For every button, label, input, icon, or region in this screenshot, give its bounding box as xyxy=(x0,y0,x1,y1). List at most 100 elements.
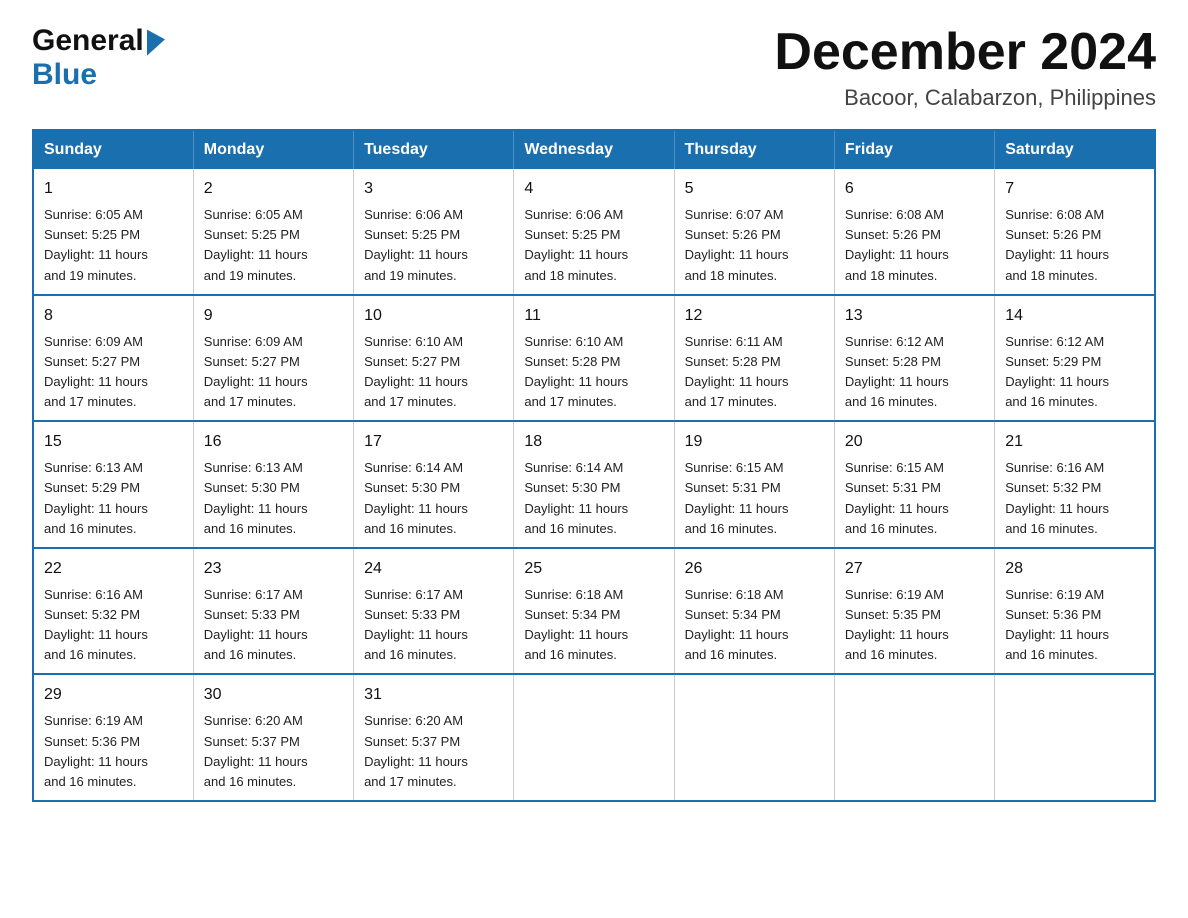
day-info: Sunrise: 6:14 AMSunset: 5:30 PMDaylight:… xyxy=(364,458,503,539)
day-info: Sunrise: 6:19 AMSunset: 5:36 PMDaylight:… xyxy=(44,711,183,792)
day-number: 30 xyxy=(204,683,343,707)
day-info: Sunrise: 6:17 AMSunset: 5:33 PMDaylight:… xyxy=(204,585,343,666)
calendar-day-cell: 27 Sunrise: 6:19 AMSunset: 5:35 PMDayligh… xyxy=(834,548,994,675)
day-info: Sunrise: 6:18 AMSunset: 5:34 PMDaylight:… xyxy=(685,585,824,666)
day-info: Sunrise: 6:06 AMSunset: 5:25 PMDaylight:… xyxy=(524,205,663,286)
day-number: 24 xyxy=(364,557,503,581)
calendar-week-row: 15Sunrise: 6:13 AMSunset: 5:29 PMDayligh… xyxy=(33,421,1155,548)
day-number: 1 xyxy=(44,177,183,201)
day-number: 22 xyxy=(44,557,183,581)
calendar-day-header-friday: Friday xyxy=(834,130,994,169)
day-number: 10 xyxy=(364,304,503,328)
day-number: 25 xyxy=(524,557,663,581)
day-info: Sunrise: 6:18 AMSunset: 5:34 PMDaylight:… xyxy=(524,585,663,666)
calendar-header: SundayMondayTuesdayWednesdayThursdayFrid… xyxy=(33,130,1155,169)
calendar-day-cell: 17 Sunrise: 6:14 AMSunset: 5:30 PMDayligh… xyxy=(354,421,514,548)
day-number: 9 xyxy=(204,304,343,328)
calendar-day-cell: 7 Sunrise: 6:08 AMSunset: 5:26 PMDaylight… xyxy=(995,169,1155,295)
day-number: 26 xyxy=(685,557,824,581)
day-number: 8 xyxy=(44,304,183,328)
calendar-title: December 2024 xyxy=(774,24,1156,81)
day-number: 5 xyxy=(685,177,824,201)
calendar-empty-cell xyxy=(514,674,674,801)
day-number: 31 xyxy=(364,683,503,707)
day-info: Sunrise: 6:13 AMSunset: 5:29 PMDaylight:… xyxy=(44,458,183,539)
calendar-day-header-wednesday: Wednesday xyxy=(514,130,674,169)
calendar-empty-cell xyxy=(834,674,994,801)
calendar-day-header-monday: Monday xyxy=(193,130,353,169)
calendar-day-cell: 15Sunrise: 6:13 AMSunset: 5:29 PMDayligh… xyxy=(33,421,193,548)
calendar-day-header-thursday: Thursday xyxy=(674,130,834,169)
day-info: Sunrise: 6:06 AMSunset: 5:25 PMDaylight:… xyxy=(364,205,503,286)
day-number: 16 xyxy=(204,430,343,454)
calendar-day-cell: 14Sunrise: 6:12 AMSunset: 5:29 PMDayligh… xyxy=(995,295,1155,422)
day-number: 17 xyxy=(364,430,503,454)
calendar-day-cell: 5Sunrise: 6:07 AMSunset: 5:26 PMDaylight… xyxy=(674,169,834,295)
calendar-day-cell: 25 Sunrise: 6:18 AMSunset: 5:34 PMDayligh… xyxy=(514,548,674,675)
calendar-body: 1 Sunrise: 6:05 AMSunset: 5:25 PMDaylight… xyxy=(33,169,1155,801)
day-info: Sunrise: 6:08 AMSunset: 5:26 PMDaylight:… xyxy=(1005,205,1144,286)
calendar-day-cell: 20Sunrise: 6:15 AMSunset: 5:31 PMDayligh… xyxy=(834,421,994,548)
calendar-day-cell: 13 Sunrise: 6:12 AMSunset: 5:28 PMDayligh… xyxy=(834,295,994,422)
calendar-day-cell: 21 Sunrise: 6:16 AMSunset: 5:32 PMDayligh… xyxy=(995,421,1155,548)
day-number: 27 xyxy=(845,557,984,581)
logo-blue-text: Blue xyxy=(32,58,97,92)
day-info: Sunrise: 6:10 AMSunset: 5:28 PMDaylight:… xyxy=(524,332,663,413)
calendar-day-cell: 30 Sunrise: 6:20 AMSunset: 5:37 PMDayligh… xyxy=(193,674,353,801)
calendar-day-header-sunday: Sunday xyxy=(33,130,193,169)
calendar-week-row: 8 Sunrise: 6:09 AMSunset: 5:27 PMDaylight… xyxy=(33,295,1155,422)
calendar-day-cell: 23 Sunrise: 6:17 AMSunset: 5:33 PMDayligh… xyxy=(193,548,353,675)
calendar-day-header-tuesday: Tuesday xyxy=(354,130,514,169)
day-info: Sunrise: 6:05 AMSunset: 5:25 PMDaylight:… xyxy=(44,205,183,286)
calendar-day-cell: 10 Sunrise: 6:10 AMSunset: 5:27 PMDayligh… xyxy=(354,295,514,422)
calendar-empty-cell xyxy=(995,674,1155,801)
calendar-header-row: SundayMondayTuesdayWednesdayThursdayFrid… xyxy=(33,130,1155,169)
logo-arrow-icon xyxy=(147,26,165,55)
calendar-day-cell: 29Sunrise: 6:19 AMSunset: 5:36 PMDayligh… xyxy=(33,674,193,801)
day-number: 3 xyxy=(364,177,503,201)
day-number: 18 xyxy=(524,430,663,454)
day-info: Sunrise: 6:16 AMSunset: 5:32 PMDaylight:… xyxy=(1005,458,1144,539)
day-info: Sunrise: 6:12 AMSunset: 5:29 PMDaylight:… xyxy=(1005,332,1144,413)
calendar-day-cell: 26 Sunrise: 6:18 AMSunset: 5:34 PMDayligh… xyxy=(674,548,834,675)
day-info: Sunrise: 6:10 AMSunset: 5:27 PMDaylight:… xyxy=(364,332,503,413)
calendar-day-cell: 8 Sunrise: 6:09 AMSunset: 5:27 PMDaylight… xyxy=(33,295,193,422)
day-info: Sunrise: 6:09 AMSunset: 5:27 PMDaylight:… xyxy=(44,332,183,413)
day-info: Sunrise: 6:13 AMSunset: 5:30 PMDaylight:… xyxy=(204,458,343,539)
calendar-day-cell: 9 Sunrise: 6:09 AMSunset: 5:27 PMDaylight… xyxy=(193,295,353,422)
day-info: Sunrise: 6:11 AMSunset: 5:28 PMDaylight:… xyxy=(685,332,824,413)
day-number: 28 xyxy=(1005,557,1144,581)
calendar-day-cell: 4Sunrise: 6:06 AMSunset: 5:25 PMDaylight… xyxy=(514,169,674,295)
day-info: Sunrise: 6:14 AMSunset: 5:30 PMDaylight:… xyxy=(524,458,663,539)
calendar-empty-cell xyxy=(674,674,834,801)
day-number: 13 xyxy=(845,304,984,328)
day-info: Sunrise: 6:08 AMSunset: 5:26 PMDaylight:… xyxy=(845,205,984,286)
day-info: Sunrise: 6:12 AMSunset: 5:28 PMDaylight:… xyxy=(845,332,984,413)
calendar-day-cell: 12 Sunrise: 6:11 AMSunset: 5:28 PMDayligh… xyxy=(674,295,834,422)
day-number: 7 xyxy=(1005,177,1144,201)
calendar-day-cell: 19Sunrise: 6:15 AMSunset: 5:31 PMDayligh… xyxy=(674,421,834,548)
day-number: 12 xyxy=(685,304,824,328)
day-info: Sunrise: 6:09 AMSunset: 5:27 PMDaylight:… xyxy=(204,332,343,413)
calendar-week-row: 1 Sunrise: 6:05 AMSunset: 5:25 PMDaylight… xyxy=(33,169,1155,295)
day-number: 21 xyxy=(1005,430,1144,454)
calendar-day-cell: 24 Sunrise: 6:17 AMSunset: 5:33 PMDayligh… xyxy=(354,548,514,675)
day-info: Sunrise: 6:17 AMSunset: 5:33 PMDaylight:… xyxy=(364,585,503,666)
day-number: 11 xyxy=(524,304,663,328)
day-number: 2 xyxy=(204,177,343,201)
day-info: Sunrise: 6:15 AMSunset: 5:31 PMDaylight:… xyxy=(685,458,824,539)
calendar-day-cell: 1 Sunrise: 6:05 AMSunset: 5:25 PMDaylight… xyxy=(33,169,193,295)
calendar-week-row: 29Sunrise: 6:19 AMSunset: 5:36 PMDayligh… xyxy=(33,674,1155,801)
calendar-week-row: 22 Sunrise: 6:16 AMSunset: 5:32 PMDayligh… xyxy=(33,548,1155,675)
day-info: Sunrise: 6:16 AMSunset: 5:32 PMDaylight:… xyxy=(44,585,183,666)
calendar-day-cell: 6Sunrise: 6:08 AMSunset: 5:26 PMDaylight… xyxy=(834,169,994,295)
calendar-day-cell: 16 Sunrise: 6:13 AMSunset: 5:30 PMDayligh… xyxy=(193,421,353,548)
day-info: Sunrise: 6:19 AMSunset: 5:36 PMDaylight:… xyxy=(1005,585,1144,666)
day-number: 23 xyxy=(204,557,343,581)
day-info: Sunrise: 6:05 AMSunset: 5:25 PMDaylight:… xyxy=(204,205,343,286)
day-info: Sunrise: 6:19 AMSunset: 5:35 PMDaylight:… xyxy=(845,585,984,666)
calendar-subtitle: Bacoor, Calabarzon, Philippines xyxy=(774,85,1156,111)
logo: General Blue xyxy=(32,24,165,92)
calendar-day-header-saturday: Saturday xyxy=(995,130,1155,169)
day-info: Sunrise: 6:20 AMSunset: 5:37 PMDaylight:… xyxy=(204,711,343,792)
